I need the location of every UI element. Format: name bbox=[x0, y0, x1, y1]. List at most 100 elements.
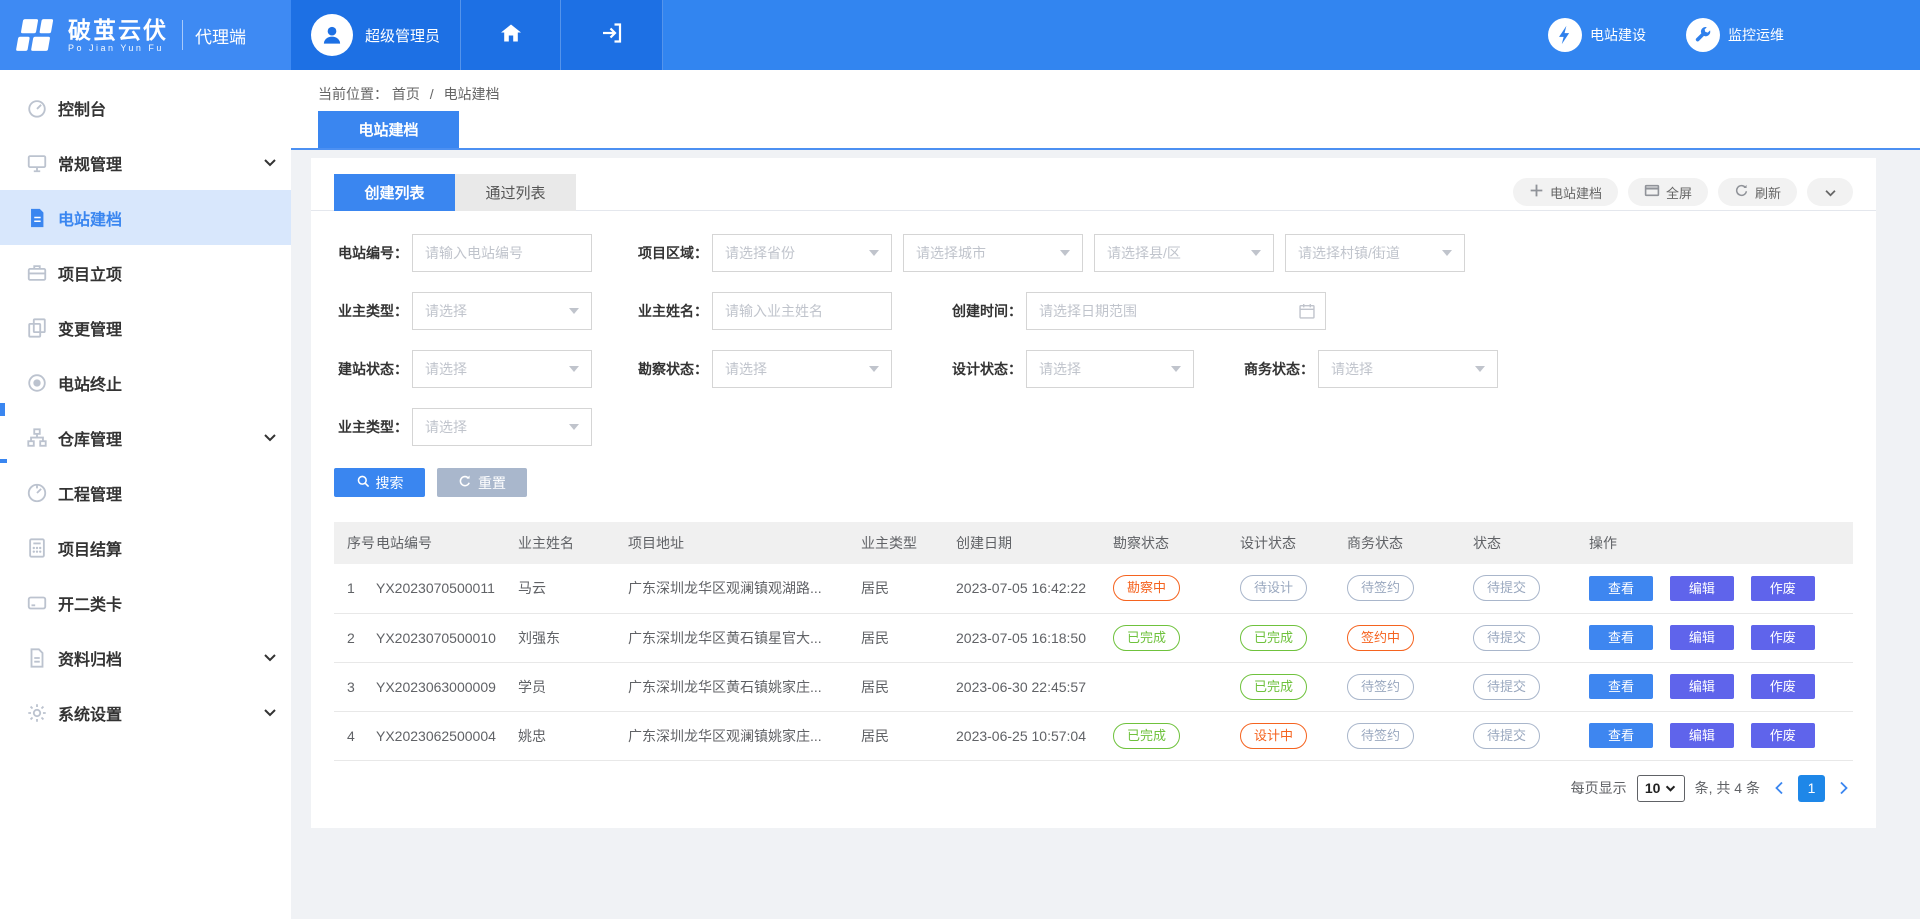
per-page-select[interactable]: 10 bbox=[1637, 775, 1685, 802]
circle-dot-icon bbox=[25, 371, 49, 395]
page-number-button[interactable]: 1 bbox=[1798, 775, 1825, 802]
region-label: 项目区域： bbox=[634, 243, 708, 263]
monitor-icon bbox=[25, 151, 49, 175]
owner-type2-select[interactable]: 请选择 bbox=[412, 408, 592, 446]
sidebar-item-console[interactable]: 控制台 bbox=[0, 80, 291, 135]
sidebar-scroll-indicator[interactable] bbox=[0, 403, 5, 416]
caret-down-icon bbox=[569, 366, 579, 372]
owner-name-input[interactable] bbox=[712, 292, 892, 330]
status-badge: 已完成 bbox=[1113, 723, 1180, 749]
collapse-button[interactable] bbox=[1807, 178, 1853, 206]
sidebar-item-change-mgmt[interactable]: 变更管理 bbox=[0, 300, 291, 355]
sidebar-scroll-indicator[interactable] bbox=[0, 459, 7, 463]
build-status-select[interactable]: 请选择 bbox=[412, 350, 592, 388]
sidebar-item-class2-card[interactable]: 开二类卡 bbox=[0, 575, 291, 630]
city-select[interactable]: 请选择城市 bbox=[903, 234, 1083, 272]
col-header: 勘察状态 bbox=[1113, 522, 1240, 564]
sidebar-item-label: 项目结算 bbox=[58, 536, 277, 560]
province-select[interactable]: 请选择省份 bbox=[712, 234, 892, 272]
reset-icon bbox=[458, 474, 472, 491]
void-button[interactable]: 作废 bbox=[1751, 576, 1815, 601]
date-range-input[interactable] bbox=[1026, 292, 1326, 330]
app-header: 破茧云伏 Po Jian Yun Fu 代理端 超级管理员 电站建设 bbox=[0, 0, 1920, 70]
sidebar-item-label: 项目立项 bbox=[58, 261, 277, 285]
view-button[interactable]: 查看 bbox=[1589, 576, 1653, 601]
breadcrumb: 当前位置： 首页 / 电站建档 bbox=[291, 70, 1920, 104]
sidebar-item-project-initiation[interactable]: 项目立项 bbox=[0, 245, 291, 300]
search-button[interactable]: 搜索 bbox=[334, 468, 425, 497]
tab-create-list[interactable]: 创建列表 bbox=[334, 174, 455, 211]
nav-monitoring-ops[interactable]: 监控运维 bbox=[1686, 18, 1784, 52]
edit-button[interactable]: 编辑 bbox=[1670, 576, 1734, 601]
refresh-button[interactable]: 刷新 bbox=[1718, 178, 1797, 206]
sidebar-item-station-termination[interactable]: 电站终止 bbox=[0, 355, 291, 410]
status-badge: 已完成 bbox=[1240, 625, 1307, 651]
file-icon bbox=[25, 646, 49, 670]
edit-button[interactable]: 编辑 bbox=[1670, 674, 1734, 699]
next-page-button[interactable] bbox=[1835, 781, 1853, 795]
calendar-icon bbox=[1298, 302, 1316, 320]
breadcrumb-current: 电站建档 bbox=[444, 86, 500, 102]
sidebar-item-archive[interactable]: 资料归档 bbox=[0, 630, 291, 685]
edit-button[interactable]: 编辑 bbox=[1670, 625, 1734, 650]
sidebar-item-label: 工程管理 bbox=[58, 481, 277, 505]
col-header: 操作 bbox=[1589, 522, 1853, 564]
breadcrumb-home-link[interactable]: 首页 bbox=[392, 86, 420, 102]
sidebar-item-engineering-mgmt[interactable]: 工程管理 bbox=[0, 465, 291, 520]
page-tab-station-filing[interactable]: 电站建档 bbox=[318, 111, 459, 148]
avatar bbox=[311, 14, 353, 56]
table-header-row: 序号 电站编号 业主姓名 项目地址 业主类型 创建日期 勘察状态 设计状态 商务… bbox=[334, 522, 1853, 564]
design-status-select[interactable]: 请选择 bbox=[1026, 350, 1194, 388]
sidebar-item-label: 电站建档 bbox=[58, 206, 277, 230]
chevron-left-icon bbox=[1774, 781, 1784, 795]
gauge-icon bbox=[25, 481, 49, 505]
sidebar-item-label: 变更管理 bbox=[58, 316, 277, 340]
tab-passed-list[interactable]: 通过列表 bbox=[455, 174, 576, 211]
caret-down-icon bbox=[569, 424, 579, 430]
void-button[interactable]: 作废 bbox=[1751, 625, 1815, 650]
breadcrumb-label: 当前位置： bbox=[318, 86, 388, 102]
filter-form: 电站编号： 项目区域： 请选择省份 请选择城市 请选择县/区 请选择村镇 bbox=[311, 211, 1876, 522]
business-status-select[interactable]: 请选择 bbox=[1318, 350, 1498, 388]
fullscreen-button[interactable]: 全屏 bbox=[1628, 178, 1708, 206]
col-header: 序号 bbox=[334, 522, 376, 564]
nav-station-construction[interactable]: 电站建设 bbox=[1548, 18, 1646, 52]
owner-type2-label: 业主类型： bbox=[334, 417, 408, 437]
calculator-icon bbox=[25, 536, 49, 560]
owner-type-label: 业主类型： bbox=[334, 301, 408, 321]
col-header: 项目地址 bbox=[628, 522, 861, 564]
void-button[interactable]: 作废 bbox=[1751, 723, 1815, 748]
view-button[interactable]: 查看 bbox=[1589, 674, 1653, 699]
logo[interactable]: 破茧云伏 Po Jian Yun Fu 代理端 bbox=[0, 0, 291, 70]
sidebar-item-warehouse-mgmt[interactable]: 仓库管理 bbox=[0, 410, 291, 465]
logo-title: 破茧云伏 bbox=[68, 17, 168, 43]
status-badge: 待提交 bbox=[1473, 674, 1540, 700]
sidebar-item-project-settlement[interactable]: 项目结算 bbox=[0, 520, 291, 575]
sidebar-item-label: 系统设置 bbox=[58, 701, 263, 725]
fullscreen-icon bbox=[1644, 183, 1660, 201]
edit-button[interactable]: 编辑 bbox=[1670, 723, 1734, 748]
logout-button[interactable] bbox=[561, 0, 663, 70]
col-header: 业主类型 bbox=[861, 522, 956, 564]
username: 超级管理员 bbox=[365, 25, 440, 46]
view-button[interactable]: 查看 bbox=[1589, 625, 1653, 650]
survey-status-select[interactable]: 请选择 bbox=[712, 350, 892, 388]
plus-icon bbox=[1529, 183, 1544, 201]
county-select[interactable]: 请选择县/区 bbox=[1094, 234, 1274, 272]
void-button[interactable]: 作废 bbox=[1751, 674, 1815, 699]
design-status-label: 设计状态： bbox=[948, 359, 1022, 379]
sidebar-item-station-filing[interactable]: 电站建档 bbox=[0, 190, 291, 245]
station-no-input[interactable] bbox=[412, 234, 592, 272]
prev-page-button[interactable] bbox=[1770, 781, 1788, 795]
view-button[interactable]: 查看 bbox=[1589, 723, 1653, 748]
status-badge: 签约中 bbox=[1347, 625, 1414, 651]
town-select[interactable]: 请选择村镇/街道 bbox=[1285, 234, 1465, 272]
home-button[interactable] bbox=[461, 0, 561, 70]
owner-type-select[interactable]: 请选择 bbox=[412, 292, 592, 330]
sidebar: 控制台 常规管理 电站建档 项目立项 变更管理 电站终止 bbox=[0, 70, 291, 919]
user-menu[interactable]: 超级管理员 bbox=[291, 0, 461, 70]
add-station-button[interactable]: 电站建档 bbox=[1513, 178, 1618, 206]
sidebar-item-general-mgmt[interactable]: 常规管理 bbox=[0, 135, 291, 190]
sidebar-item-system-settings[interactable]: 系统设置 bbox=[0, 685, 291, 740]
reset-button[interactable]: 重置 bbox=[437, 468, 527, 497]
